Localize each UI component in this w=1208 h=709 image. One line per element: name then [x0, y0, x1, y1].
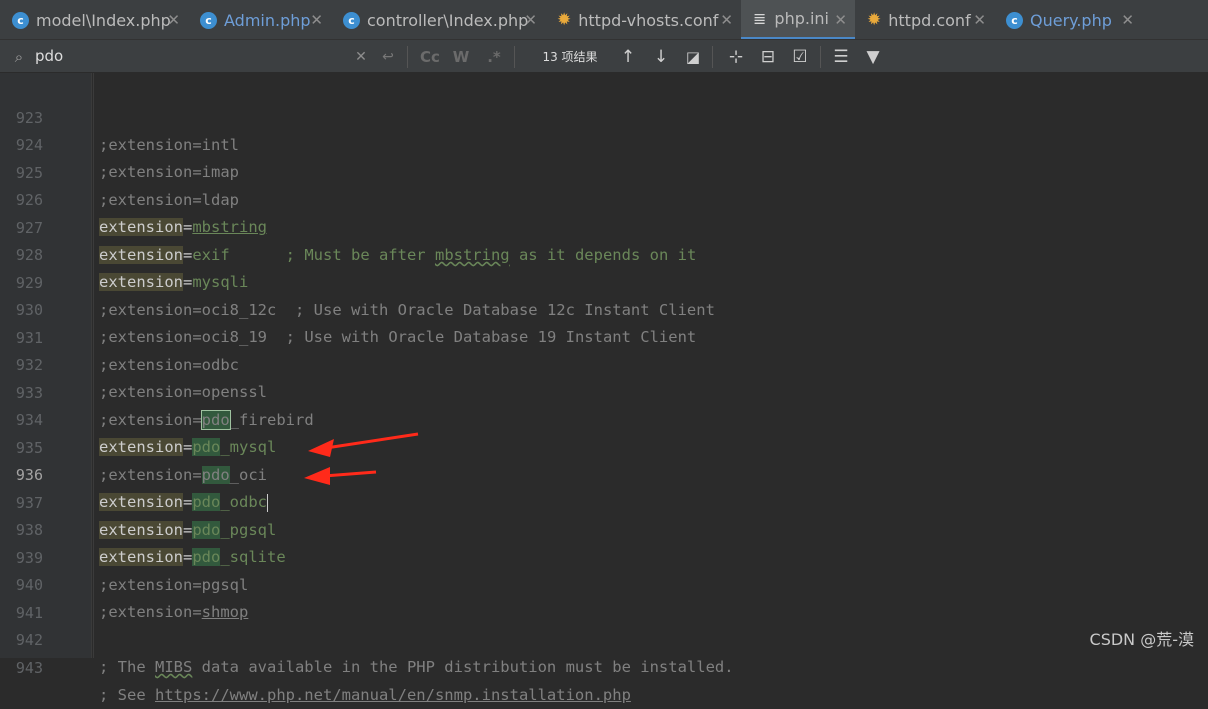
- regex-button[interactable]: .*: [483, 40, 505, 73]
- code-line: 928 extension=mysqli: [0, 215, 1208, 291]
- code-line: 934 extension=pdo_mysql: [0, 380, 1208, 456]
- divider: [820, 46, 821, 68]
- tab-httpd-vhosts-conf[interactable]: ✹ httpd-vhosts.conf ✕: [545, 0, 741, 39]
- code-line: 940 ;extension=shmop: [0, 545, 1208, 621]
- filter-icon[interactable]: ▼: [861, 40, 885, 73]
- tab-label: httpd-vhosts.conf: [578, 10, 719, 30]
- tab-label: model\Index.php: [36, 10, 171, 30]
- code-line: 926 extension=mbstring: [0, 160, 1208, 236]
- close-tab-icon[interactable]: ✕: [310, 11, 323, 29]
- tab-httpd-conf[interactable]: ✹ httpd.conf ✕: [855, 0, 994, 39]
- close-tab-icon[interactable]: ✕: [834, 11, 847, 29]
- find-bar: ⌕ ✕ ↩ Cc W .* 13 项结果 ↑ ↓ ◪ ⊹ ⊟ ☑ ☰ ▼: [0, 40, 1208, 73]
- php-class-icon: c: [200, 11, 217, 29]
- previous-occurrence-icon[interactable]: ↑: [616, 40, 640, 73]
- code-line: 937 extension=pdo_pgsql: [0, 463, 1208, 539]
- watermark: CSDN @荒-漠: [1089, 630, 1194, 649]
- code-line: 923 ;extension=intl: [0, 78, 1208, 154]
- code-line: 933 ;extension=pdo_firebird: [0, 353, 1208, 430]
- tab-php-ini[interactable]: ≣ php.ini ✕: [741, 0, 855, 39]
- results-count: 13 项结果: [542, 50, 598, 64]
- search-icon[interactable]: ⌕: [8, 40, 30, 73]
- gear-icon: ✹: [867, 10, 882, 30]
- current-code-line: 936 extension=pdo_odbc: [0, 435, 1208, 512]
- tab-label: controller\Index.php: [367, 10, 529, 30]
- divider: [514, 46, 515, 68]
- add-selection-icon[interactable]: ⊹: [724, 40, 748, 73]
- code-line: 938 extension=pdo_sqlite: [0, 490, 1208, 566]
- red-arrow-icon: [304, 432, 419, 485]
- php-class-icon: c: [12, 11, 29, 29]
- php-class-icon: c: [343, 11, 360, 29]
- code-line: 942 ; The MIBS data available in the PHP…: [0, 600, 1208, 676]
- code-line: 932 ;extension=openssl: [0, 325, 1208, 401]
- close-tab-icon[interactable]: ✕: [973, 11, 986, 29]
- select-all-occurrences-icon[interactable]: ☑: [788, 40, 812, 73]
- code-line: 925 ;extension=ldap: [0, 133, 1208, 209]
- tab-admin-php[interactable]: c Admin.php ✕: [188, 0, 331, 39]
- gear-icon: ✹: [557, 10, 572, 30]
- divider: [712, 46, 713, 68]
- editor-tab-bar: c model\Index.php ✕ c Admin.php ✕ c cont…: [0, 0, 1208, 40]
- tab-model-index-php[interactable]: c model\Index.php ✕: [0, 0, 188, 39]
- clear-search-icon[interactable]: ✕: [352, 40, 370, 73]
- line-content: ; The MIBS data available in the PHP dis…: [99, 658, 734, 676]
- close-tab-icon[interactable]: ✕: [1121, 11, 1134, 29]
- tab-query-php[interactable]: c Query.php ✕: [994, 0, 1142, 39]
- tab-label: Query.php: [1030, 10, 1112, 30]
- close-tab-icon[interactable]: ✕: [720, 11, 733, 29]
- close-tab-icon[interactable]: ✕: [524, 11, 537, 29]
- tab-label: httpd.conf: [888, 10, 971, 30]
- code-line: 924 ;extension=imap: [0, 105, 1208, 181]
- code-line: 935 ;extension=pdo_oci: [0, 408, 1208, 484]
- next-occurrence-icon[interactable]: ↓: [649, 40, 673, 73]
- code-line: 929 ;extension=oci8_12c ; Use with Oracl…: [0, 243, 1208, 319]
- filter-search-results-icon[interactable]: ☰: [829, 40, 853, 73]
- tab-label: php.ini: [774, 9, 829, 28]
- open-in-window-icon[interactable]: ◪: [681, 40, 705, 73]
- code-line: 927 extension=exif ; Must be after mbstr…: [0, 188, 1208, 264]
- line-content: ; See https://www.php.net/manual/en/snmp…: [99, 686, 631, 704]
- code-line: 939 ;extension=pgsql: [0, 518, 1208, 594]
- remove-selection-icon[interactable]: ⊟: [756, 40, 780, 73]
- php-class-icon: c: [1006, 11, 1023, 29]
- code-line: 931 ;extension=odbc: [0, 298, 1208, 374]
- tab-controller-index-php[interactable]: c controller\Index.php ✕: [331, 0, 545, 39]
- code-line: 941: [0, 573, 1208, 622]
- match-case-button[interactable]: Cc: [417, 40, 443, 73]
- tab-label: Admin.php: [224, 10, 311, 30]
- line-number: 943: [15, 659, 43, 677]
- close-tab-icon[interactable]: ✕: [167, 11, 180, 29]
- newline-icon[interactable]: ↩: [378, 40, 398, 73]
- ini-file-icon: ≣: [753, 9, 767, 28]
- url-link[interactable]: https://www.php.net/manual/en/snmp.insta…: [155, 686, 631, 704]
- code-line: 930 ;extension=oci8_19 ; Use with Oracle…: [0, 270, 1208, 346]
- whole-words-button[interactable]: W: [450, 40, 472, 73]
- code-line: 943 ; See https://www.php.net/manual/en/…: [0, 628, 1208, 704]
- divider: [407, 46, 408, 68]
- search-input[interactable]: [35, 45, 355, 67]
